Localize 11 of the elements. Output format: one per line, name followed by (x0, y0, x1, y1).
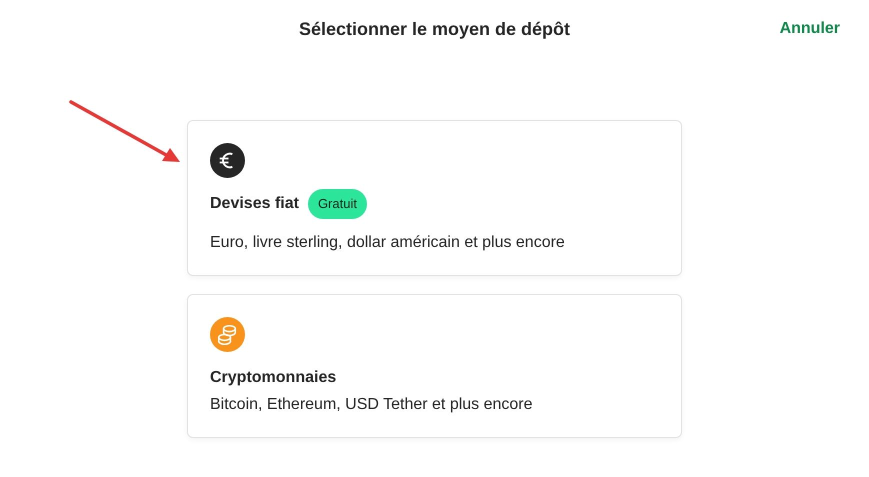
cancel-link[interactable]: Annuler (780, 17, 840, 41)
option-title: Cryptomonnaies (210, 368, 336, 388)
coins-icon (210, 316, 245, 352)
euro-icon (210, 143, 245, 178)
page-title: Sélectionner le moyen de dépôt (298, 18, 570, 41)
option-description: Euro, livre sterling, dollar américain et plus encore (210, 232, 566, 252)
free-badge: Gratuit (308, 189, 367, 218)
deposit-option-card[interactable]: Devises fiat Gratuit Euro, livre sterling, dollar américain et plus encore (187, 120, 682, 276)
option-description: Bitcoin, Ethereum, USD Tether et plus encore (210, 394, 534, 414)
option-title: Devises fiat (210, 194, 299, 214)
deposit-option-card[interactable]: Cryptomonnaies Bitcoin, Ethereum, USD Tether et plus encore (187, 294, 682, 438)
